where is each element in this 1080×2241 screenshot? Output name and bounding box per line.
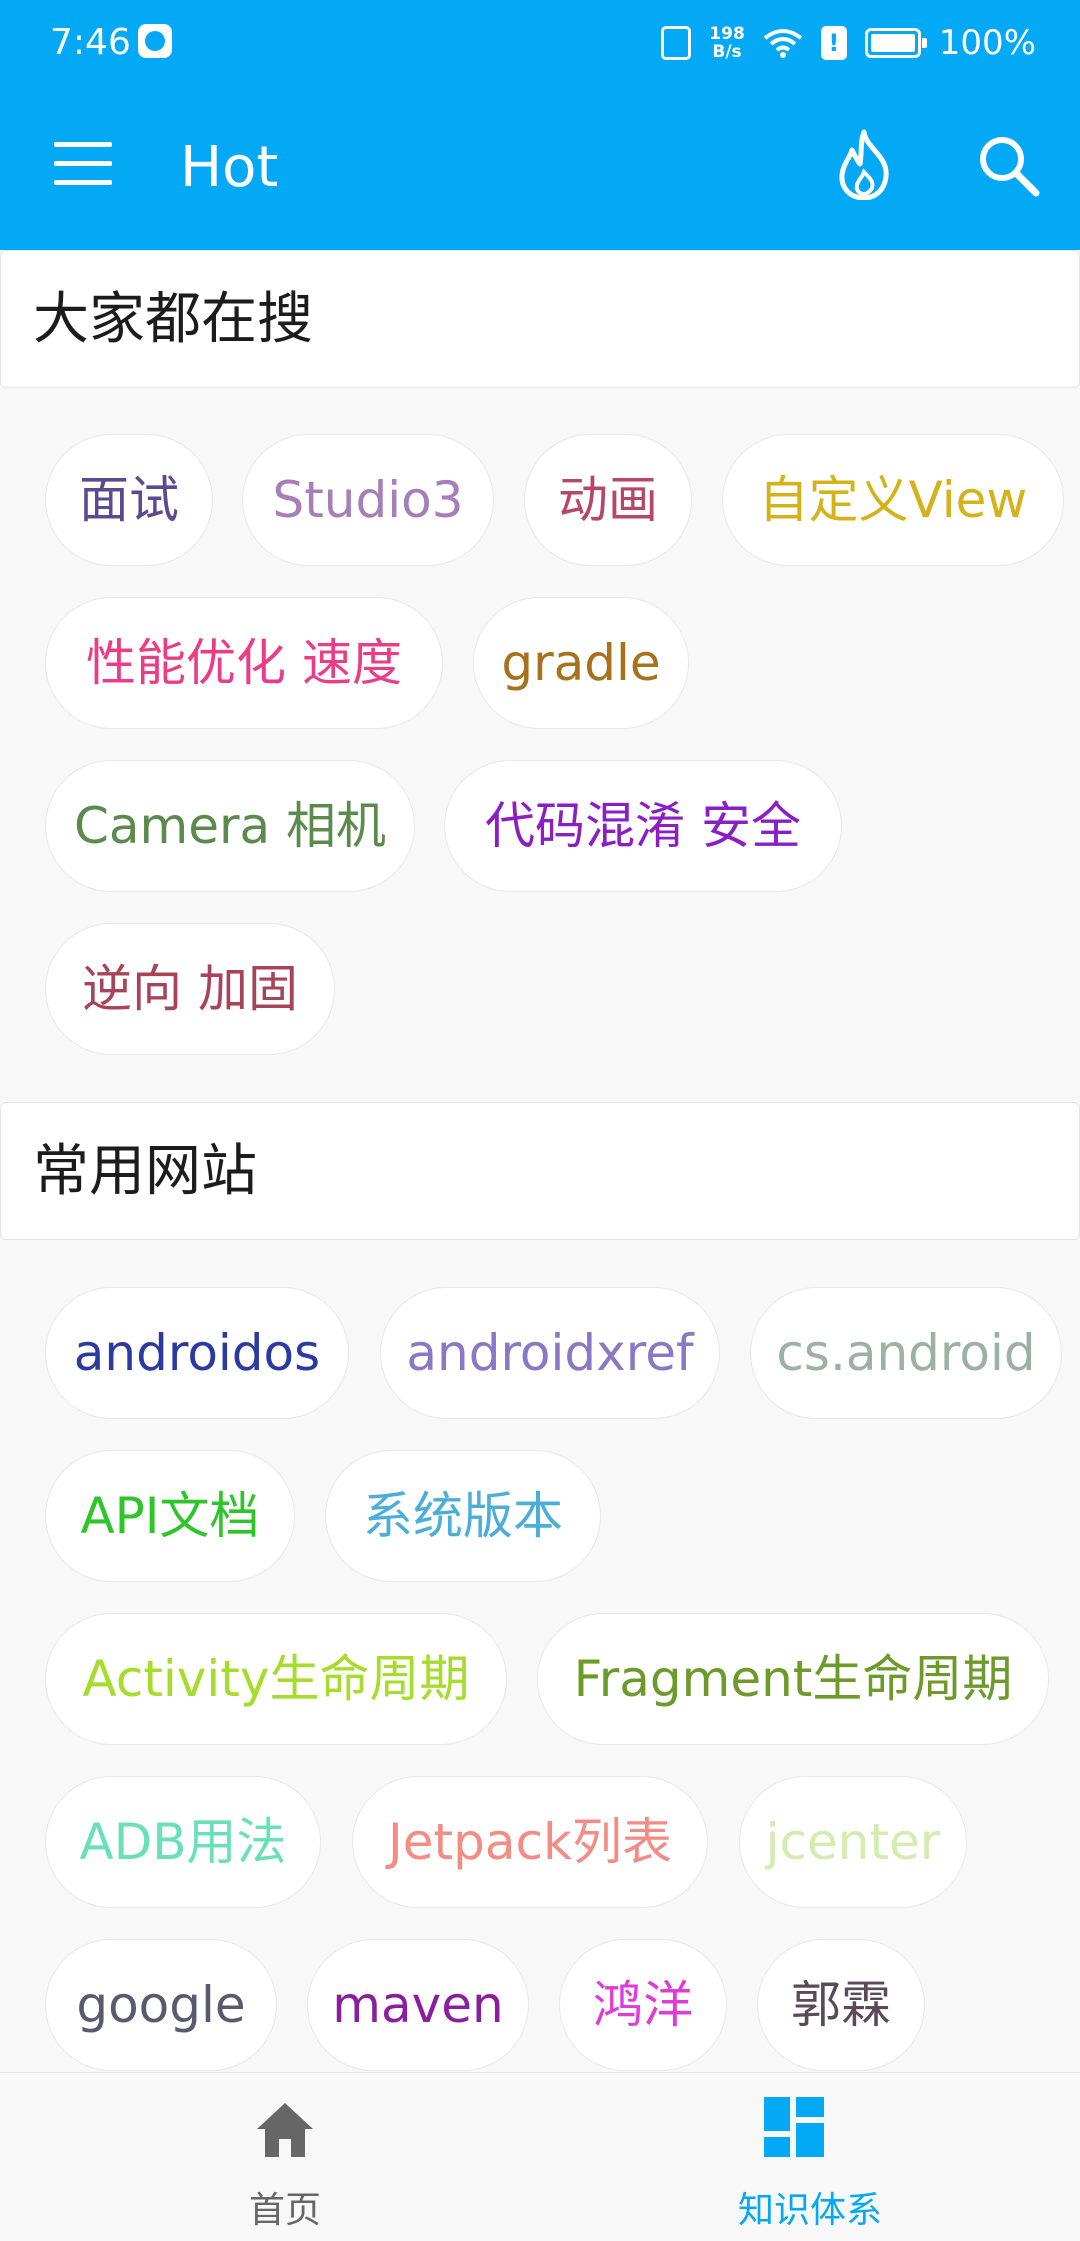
section-header-hot-search: 大家都在搜 (0, 250, 1080, 388)
tag-chip[interactable]: Jetpack列表 (352, 1776, 708, 1908)
tag-chip[interactable]: 性能优化 速度 (45, 597, 443, 729)
section-title: 大家都在搜 (33, 287, 313, 352)
page-title: Hot (180, 135, 279, 200)
home-icon (257, 2103, 313, 2157)
tag-chip[interactable]: google (45, 1939, 277, 2071)
nav-item-knowledge[interactable]: 知识体系 (540, 2073, 1080, 2241)
tag-chip[interactable]: 代码混淆 安全 (444, 760, 842, 892)
tag-chip[interactable]: 自定义View (722, 434, 1064, 566)
tag-chip[interactable]: androidxref (380, 1287, 720, 1419)
menu-icon[interactable] (54, 142, 112, 186)
tag-chip[interactable]: 逆向 加固 (45, 923, 335, 1055)
tag-chip[interactable]: 鸿洋 (559, 1939, 727, 2071)
app-notification-icon (138, 24, 172, 58)
battery-level: 100% (938, 23, 1036, 63)
search-icon[interactable] (976, 133, 1040, 197)
tag-chip[interactable]: 郭霖 (757, 1939, 925, 2071)
tag-chip[interactable]: 动画 (524, 434, 692, 566)
dashboard-icon (764, 2097, 824, 2157)
network-speed: 198 B/s (709, 25, 745, 61)
section-title: 常用网站 (33, 1139, 257, 1204)
network-speed-unit: B/s (712, 42, 742, 62)
nav-label-home: 首页 (248, 2190, 321, 2231)
tag-chip[interactable]: 面试 (45, 434, 213, 566)
tag-chip[interactable]: jcenter (739, 1776, 967, 1908)
battery-icon (864, 28, 927, 58)
app-bar: 7:46 198 B/s ! 100% Hot (0, 0, 1080, 250)
tag-chip[interactable]: Activity生命周期 (45, 1613, 507, 1745)
vibrate-icon (661, 26, 692, 60)
tag-chip[interactable]: Camera 相机 (45, 760, 415, 892)
tag-chip[interactable]: gradle (473, 597, 689, 729)
nav-item-home[interactable]: 首页 (15, 2073, 555, 2241)
tag-chip[interactable]: API文档 (45, 1450, 295, 1582)
nav-label-knowledge: 知识体系 (737, 2190, 882, 2231)
tag-chip[interactable]: maven (307, 1939, 529, 2071)
status-icons: 198 B/s ! 100% (661, 18, 1036, 68)
wifi-icon (763, 29, 803, 58)
fire-icon[interactable] (830, 128, 898, 200)
tag-chip[interactable]: cs.android (750, 1287, 1062, 1419)
section-header-common-sites: 常用网站 (0, 1102, 1080, 1240)
network-speed-value: 198 (709, 24, 745, 44)
tag-chip[interactable]: androidos (45, 1287, 349, 1419)
status-time: 7:46 (50, 22, 131, 63)
tag-chip[interactable]: ADB用法 (45, 1776, 321, 1908)
bottom-navigation: 首页 知识体系 (0, 2072, 1080, 2241)
tag-chip[interactable]: 系统版本 (325, 1450, 601, 1582)
tag-chip[interactable]: Fragment生命周期 (537, 1613, 1049, 1745)
alert-icon: ! (820, 26, 847, 60)
tag-chip[interactable]: Studio3 (242, 434, 494, 566)
